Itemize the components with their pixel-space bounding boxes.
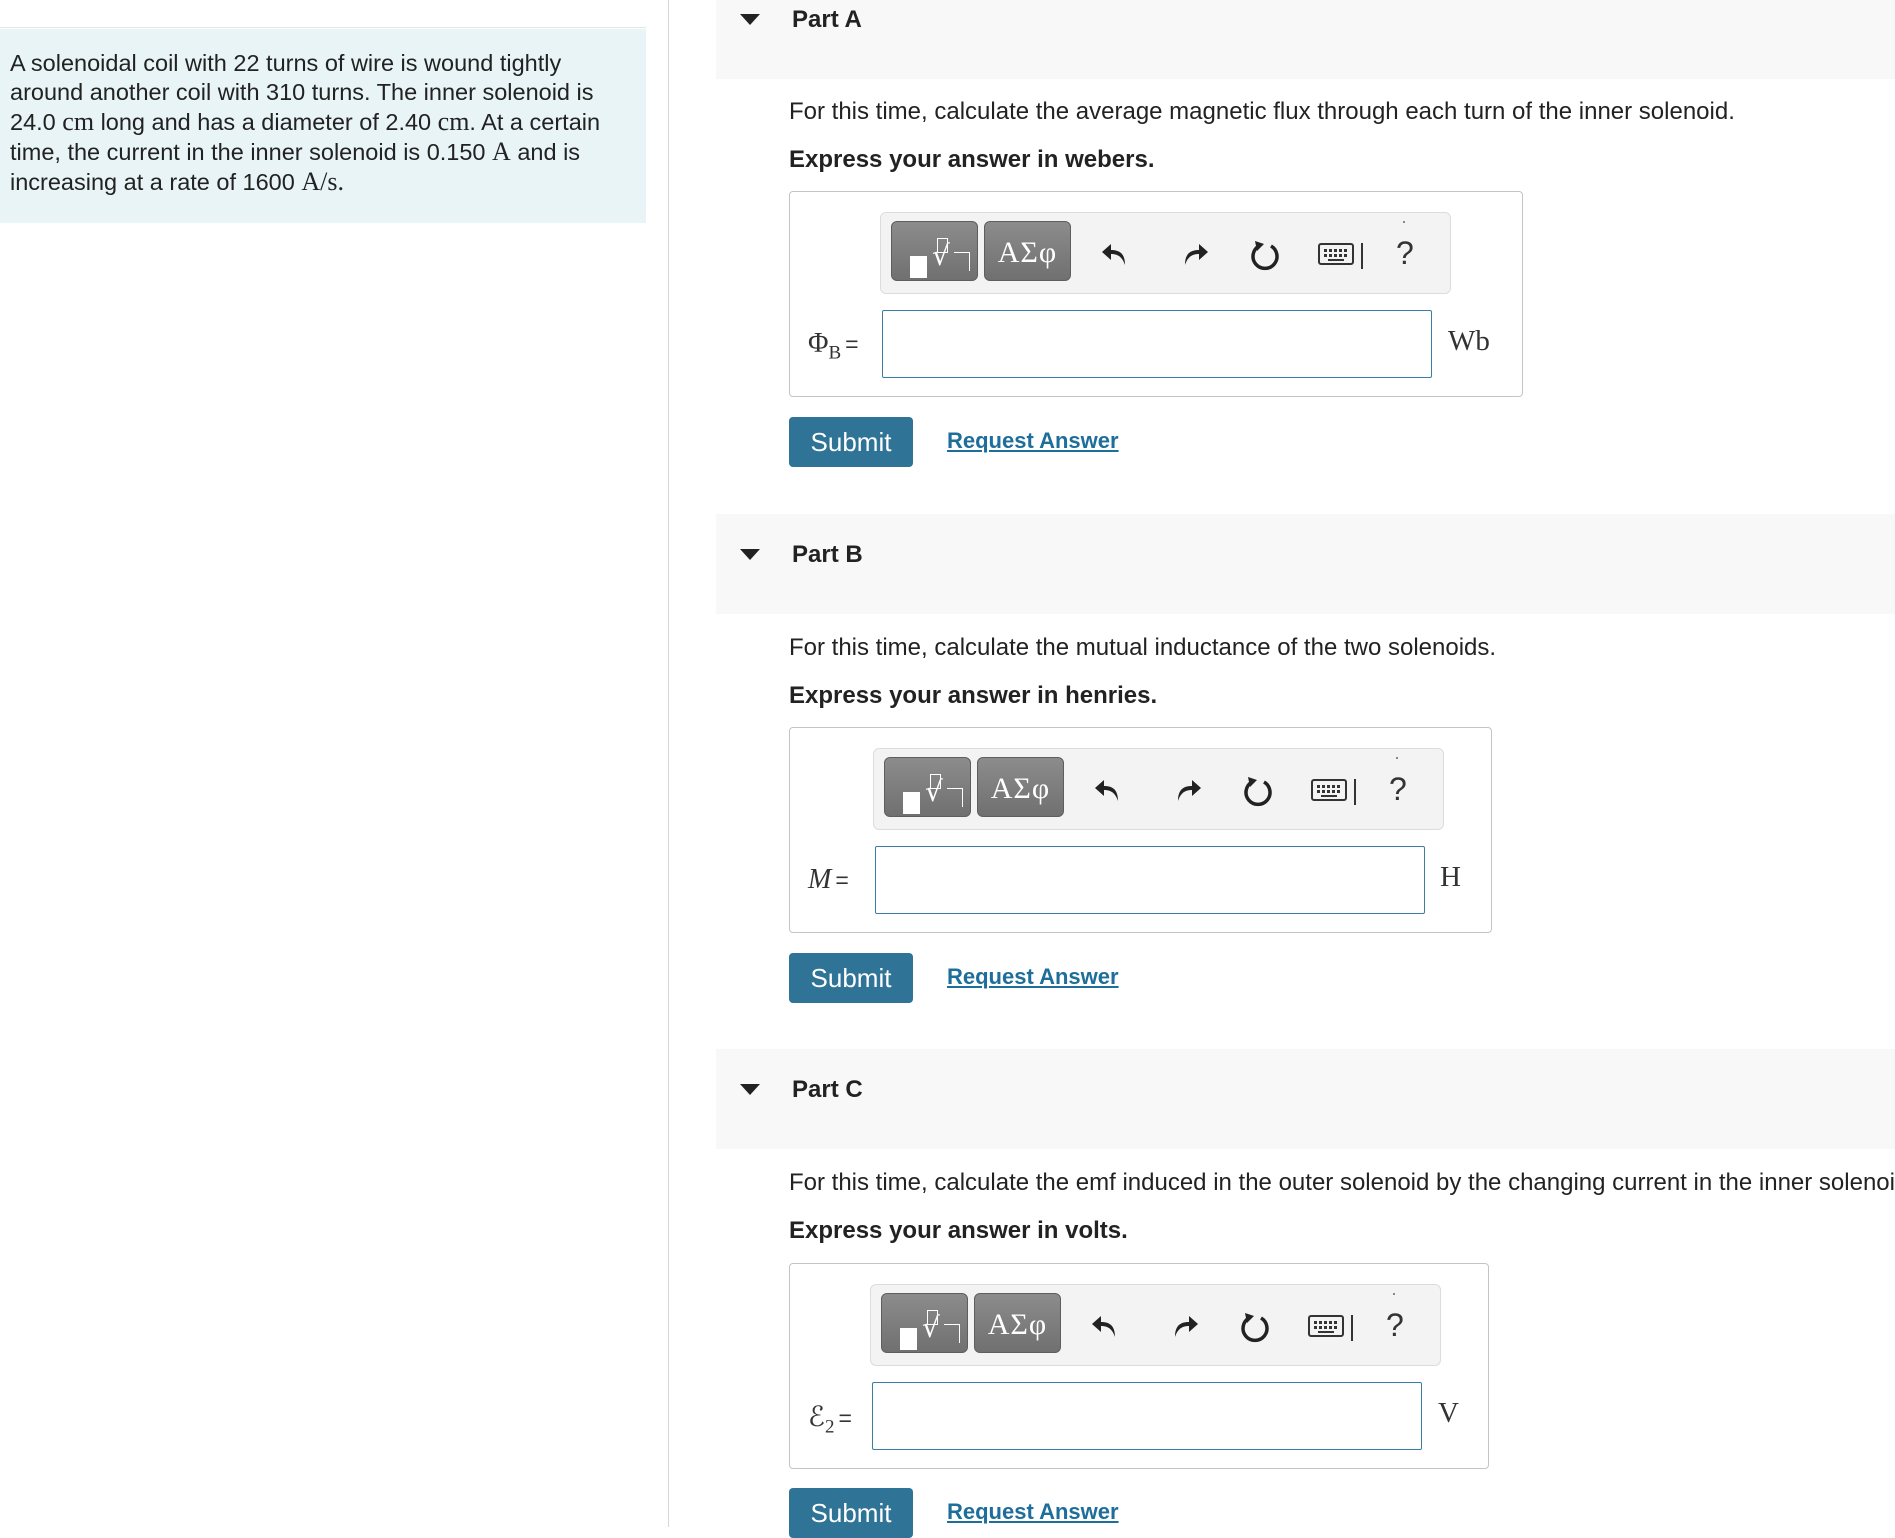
reset-icon[interactable] xyxy=(1245,235,1285,275)
answer-input[interactable] xyxy=(875,846,1425,914)
radical-glyph: √ xyxy=(922,1311,940,1344)
variable-symbol: ℰ xyxy=(808,1402,825,1433)
problem-statement: A solenoidal coil with 22 turns of wire … xyxy=(0,29,646,223)
help-button[interactable]: ? xyxy=(1386,1307,1404,1344)
part-c-answer-box: √ ΑΣφ ? ℰ2 = V xyxy=(789,1263,1489,1469)
variable-subscript: 2 xyxy=(824,1416,835,1438)
reset-icon[interactable] xyxy=(1238,771,1278,811)
dot-marker xyxy=(1403,221,1405,223)
help-button[interactable]: ? xyxy=(1396,235,1414,272)
variable-symbol: Φ xyxy=(808,328,829,359)
variable-label: M = xyxy=(808,864,849,901)
collapse-caret-icon[interactable] xyxy=(740,1084,760,1095)
part-b-header[interactable]: Part B xyxy=(716,514,1895,614)
problem-text-5: . xyxy=(337,167,344,196)
equals-sign: = xyxy=(835,867,849,893)
undo-icon[interactable] xyxy=(1092,771,1132,811)
part-c-header[interactable]: Part C xyxy=(716,1049,1895,1149)
answer-input[interactable] xyxy=(872,1382,1422,1450)
collapse-caret-icon[interactable] xyxy=(740,14,760,25)
request-answer-link[interactable]: Request Answer xyxy=(947,428,1119,454)
radical-glyph: √ xyxy=(932,239,950,272)
radical-box-glyph xyxy=(947,788,963,807)
problem-text-2: long and has a diameter of 2.40 xyxy=(94,109,438,135)
answer-input[interactable] xyxy=(882,310,1432,378)
submit-button[interactable]: Submit xyxy=(789,417,913,467)
part-c-question: For this time, calculate the emf induced… xyxy=(789,1169,1895,1196)
request-answer-link[interactable]: Request Answer xyxy=(947,964,1119,990)
greek-symbols-button[interactable]: ΑΣφ xyxy=(977,757,1064,817)
templates-button[interactable]: √ xyxy=(884,757,971,817)
unit-ampere: A xyxy=(492,137,511,166)
equals-sign: = xyxy=(845,331,859,357)
dot-marker xyxy=(1396,757,1398,759)
variable-symbol: M xyxy=(808,864,832,895)
part-b-title: Part B xyxy=(792,541,863,568)
math-toolbar: √ ΑΣφ ? xyxy=(873,748,1444,830)
templates-button[interactable]: √ xyxy=(891,221,978,281)
dot-marker xyxy=(1393,1293,1395,1295)
templates-button[interactable]: √ xyxy=(881,1293,968,1353)
unit-ampere-per-second: A/s xyxy=(301,167,338,196)
reset-icon[interactable] xyxy=(1235,1307,1275,1347)
part-b-answer-box: √ ΑΣφ ? M = H xyxy=(789,727,1492,933)
greek-symbols-button[interactable]: ΑΣφ xyxy=(974,1293,1061,1353)
radical-box-glyph xyxy=(944,1324,960,1343)
unit-cm-2: cm xyxy=(437,107,470,136)
text-cursor-icon xyxy=(1361,243,1363,269)
part-a-question: For this time, calculate the average mag… xyxy=(789,98,1735,125)
redo-icon[interactable] xyxy=(1164,771,1204,811)
variable-label: ΦB = xyxy=(808,328,859,365)
unit-cm-1: cm xyxy=(62,107,95,136)
variable-subscript: B xyxy=(828,342,842,364)
collapse-caret-icon[interactable] xyxy=(740,549,760,560)
keyboard-icon[interactable] xyxy=(1308,1315,1344,1337)
templates-radical-icon xyxy=(903,792,920,814)
greek-label: ΑΣφ xyxy=(987,1308,1048,1341)
templates-radical-icon xyxy=(910,256,927,278)
math-toolbar: √ ΑΣφ ? xyxy=(870,1284,1441,1366)
undo-icon[interactable] xyxy=(1089,1307,1129,1347)
submit-button[interactable]: Submit xyxy=(789,953,913,1003)
keyboard-icon[interactable] xyxy=(1318,243,1354,265)
submit-button[interactable]: Submit xyxy=(789,1488,913,1538)
equals-sign: = xyxy=(838,1405,852,1431)
column-divider xyxy=(668,0,669,1527)
math-toolbar: √ ΑΣφ ? xyxy=(880,212,1451,294)
redo-icon[interactable] xyxy=(1171,235,1211,275)
greek-label: ΑΣφ xyxy=(990,772,1051,805)
variable-label: ℰ2 = xyxy=(808,1400,852,1439)
templates-radical-icon xyxy=(900,1328,917,1350)
part-a-instruction: Express your answer in webers. xyxy=(789,146,1155,173)
unit-label: Wb xyxy=(1448,325,1490,357)
text-cursor-icon xyxy=(1354,779,1356,805)
help-button[interactable]: ? xyxy=(1389,771,1407,808)
part-a-answer-box: √ ΑΣφ ? ΦB = Wb xyxy=(789,191,1523,397)
part-a-header[interactable]: Part A xyxy=(716,0,1895,79)
greek-symbols-button[interactable]: ΑΣφ xyxy=(984,221,1071,281)
unit-label: H xyxy=(1440,861,1461,893)
greek-label: ΑΣφ xyxy=(997,236,1058,269)
redo-icon[interactable] xyxy=(1161,1307,1201,1347)
request-answer-link[interactable]: Request Answer xyxy=(947,1499,1119,1525)
text-cursor-icon xyxy=(1351,1315,1353,1341)
unit-label: V xyxy=(1438,1397,1459,1429)
keyboard-icon[interactable] xyxy=(1311,779,1347,801)
left-panel-top-border xyxy=(0,27,646,28)
radical-glyph: √ xyxy=(925,775,943,808)
part-c-title: Part C xyxy=(792,1076,863,1103)
radical-box-glyph xyxy=(954,252,970,271)
undo-icon[interactable] xyxy=(1099,235,1139,275)
part-a-title: Part A xyxy=(792,6,862,33)
part-b-question: For this time, calculate the mutual indu… xyxy=(789,634,1497,661)
part-b-instruction: Express your answer in henries. xyxy=(789,682,1158,709)
part-c-instruction: Express your answer in volts. xyxy=(789,1217,1128,1244)
